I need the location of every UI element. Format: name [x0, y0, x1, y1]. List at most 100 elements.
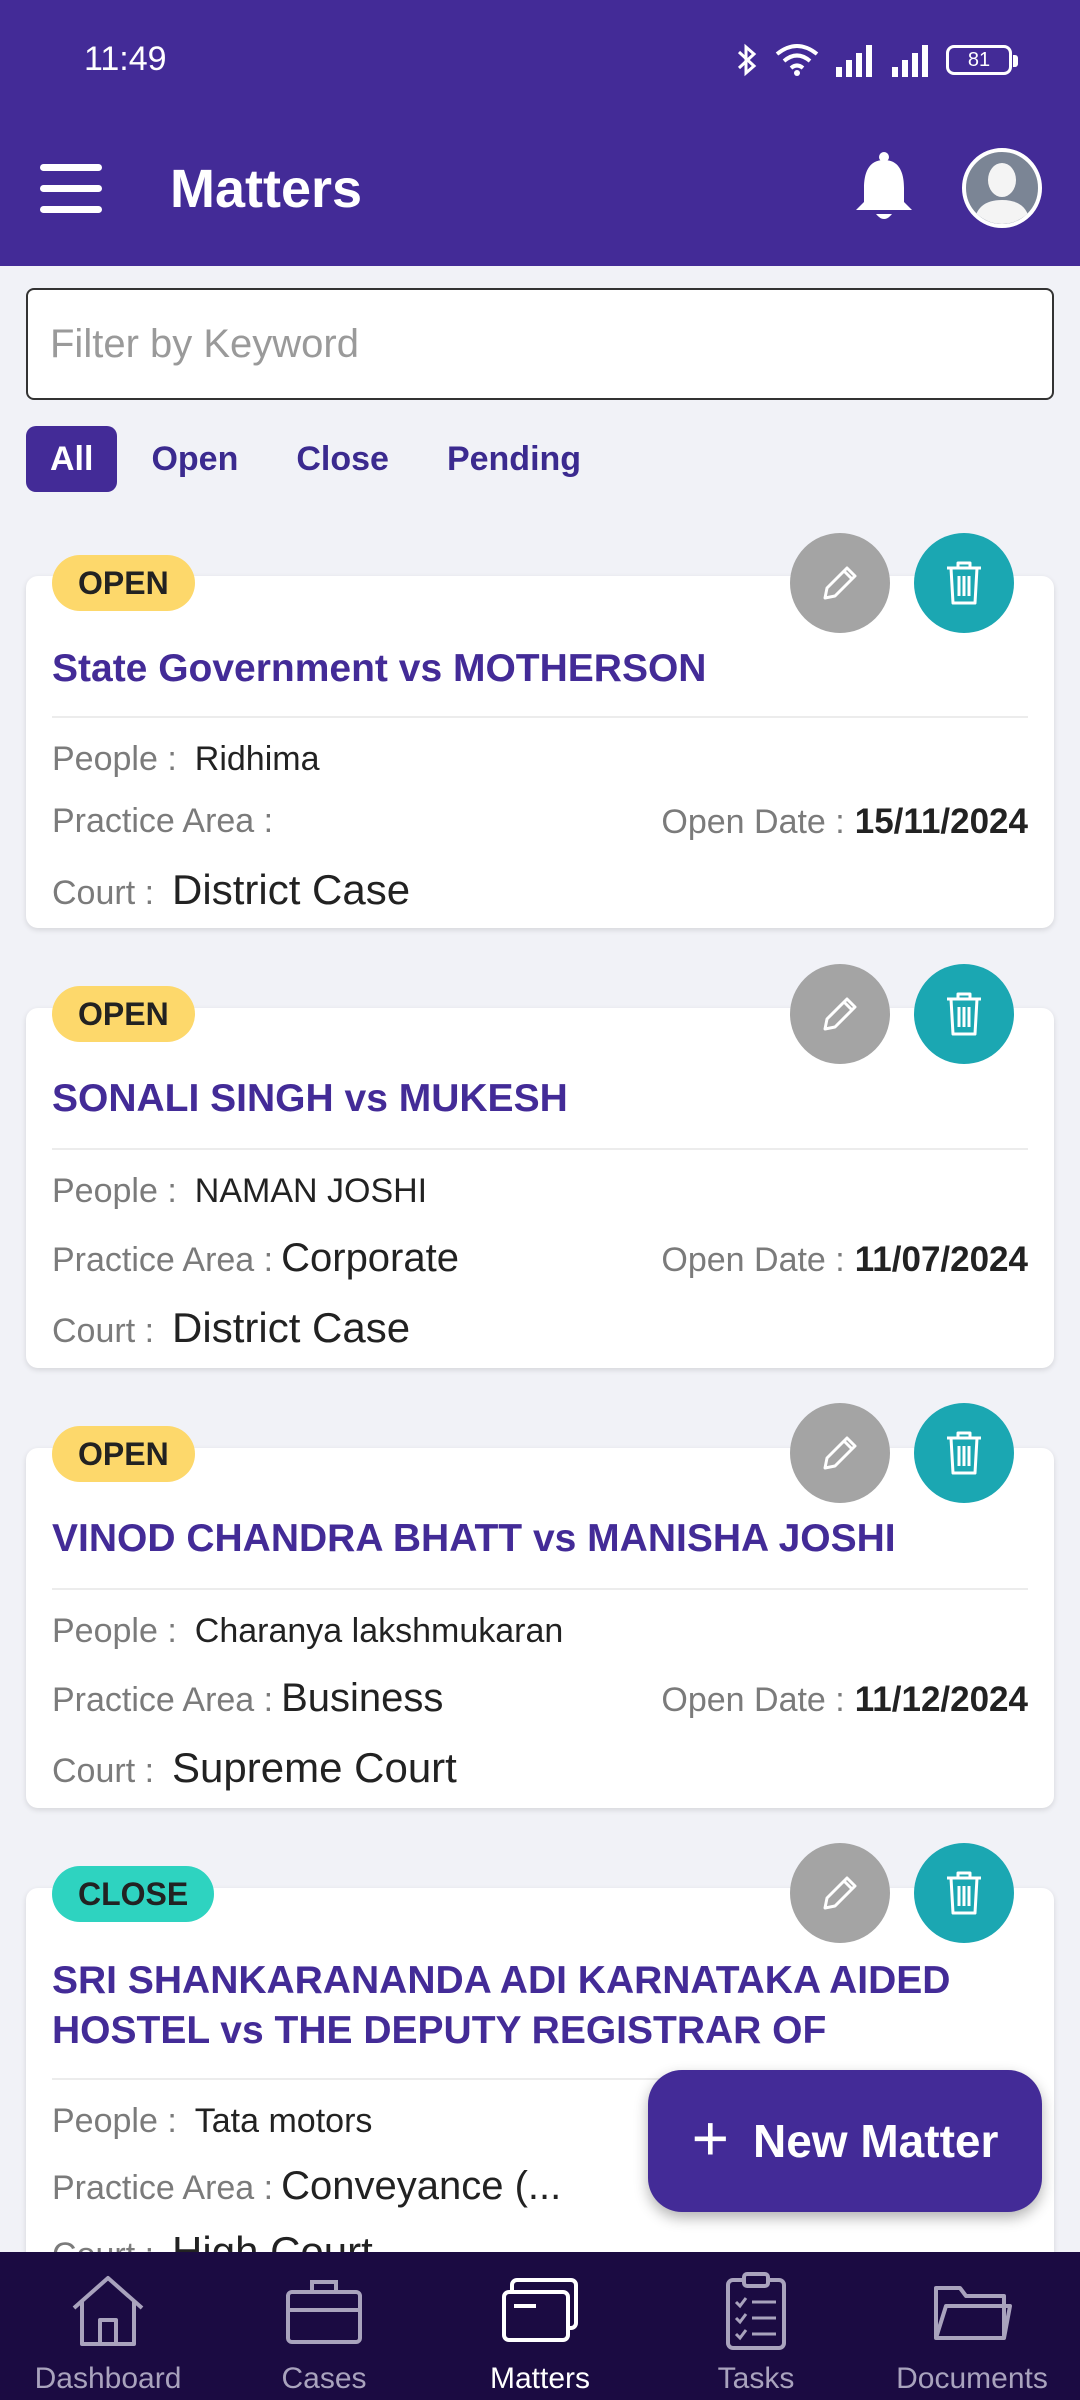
practice-area-row: Practice Area : Conveyance (... — [52, 2164, 561, 2209]
open-date-label: Open Date : — [661, 803, 845, 841]
edit-button[interactable] — [790, 964, 890, 1064]
filter-pending[interactable]: Pending — [423, 426, 605, 492]
trash-icon — [947, 992, 981, 1036]
nav-label: Matters — [489, 2362, 591, 2395]
open-date-label: Open Date : — [661, 1681, 845, 1719]
notification-bell-icon[interactable] — [852, 150, 916, 226]
practice-area-label: Practice Area : — [52, 2169, 274, 2207]
page-title: Matters — [170, 159, 363, 219]
delete-button[interactable] — [914, 1403, 1014, 1503]
trash-icon — [947, 1431, 981, 1475]
status-time: 11:49 — [84, 40, 167, 78]
filter-open[interactable]: Open — [127, 426, 262, 492]
practice-area-row: Practice Area : — [52, 802, 281, 841]
people-row: People : Tata motors — [52, 2102, 372, 2141]
delete-button[interactable] — [914, 964, 1014, 1064]
nav-label: Tasks — [717, 2362, 795, 2395]
people-value: Tata motors — [194, 2102, 373, 2140]
practice-area-row: Practice Area : Business — [52, 1676, 443, 1721]
matter-title[interactable]: SONALI SINGH vs MUKESH — [52, 1074, 1028, 1124]
new-matter-label: New Matter — [752, 2115, 999, 2167]
matter-title[interactable]: State Government vs MOTHERSON — [52, 644, 1028, 694]
practice-area-value: Business — [281, 1676, 444, 1720]
folder-icon — [934, 2286, 1012, 2340]
practice-area-label: Practice Area : — [52, 802, 274, 840]
pencil-icon — [823, 997, 857, 1031]
court-value: Supreme Court — [172, 1744, 457, 1791]
court-label: Court : — [52, 874, 155, 912]
nav-documents[interactable]: Documents — [864, 2252, 1080, 2400]
home-icon — [72, 2276, 144, 2346]
nav-tasks[interactable]: Tasks — [648, 2252, 864, 2400]
open-date-value: 11/12/2024 — [854, 1680, 1028, 1719]
practice-area-row: Practice Area : Corporate — [52, 1236, 459, 1281]
new-matter-button[interactable]: + New Matter — [648, 2070, 1042, 2212]
people-row: People : Ridhima — [52, 740, 319, 779]
nav-dashboard[interactable]: Dashboard — [0, 2252, 216, 2400]
matter-card[interactable]: VINOD CHANDRA BHATT vs MANISHA JOSHI Peo… — [26, 1448, 1054, 1808]
signal-icon — [836, 45, 872, 77]
search-input[interactable] — [26, 288, 1054, 400]
battery-indicator: 81 — [946, 45, 1018, 75]
people-row: People : NAMAN JOSHI — [52, 1172, 427, 1211]
court-row: Court : District Case — [52, 1304, 410, 1352]
people-label: People : — [52, 1172, 177, 1210]
bottom-navigation: Dashboard Cases Matters Tasks Documents — [0, 2252, 1080, 2400]
matter-title[interactable]: VINOD CHANDRA BHATT vs MANISHA JOSHI — [52, 1514, 1028, 1564]
card-icon — [502, 2278, 578, 2342]
edit-button[interactable] — [790, 1403, 890, 1503]
divider — [52, 1148, 1028, 1150]
open-date-value: 15/11/2024 — [854, 802, 1028, 841]
nav-label: Cases — [281, 2362, 367, 2395]
trash-icon — [947, 561, 981, 605]
briefcase-icon — [286, 2280, 362, 2344]
bluetooth-icon — [737, 43, 757, 77]
pencil-icon — [823, 1876, 857, 1910]
open-date-value: 11/07/2024 — [854, 1240, 1028, 1279]
signal-icon-2 — [892, 45, 928, 77]
app-header: 11:49 81 Matters — [0, 0, 1080, 266]
court-label: Court : — [52, 1312, 155, 1350]
open-date-row: Open Date : 11/12/2024 — [661, 1680, 1028, 1720]
people-label: People : — [52, 740, 177, 778]
filter-all[interactable]: All — [26, 426, 118, 492]
avatar[interactable] — [962, 148, 1042, 228]
matter-card[interactable]: SONALI SINGH vs MUKESH People : NAMAN JO… — [26, 1008, 1054, 1368]
court-value: District Case — [172, 1304, 411, 1351]
court-row: Court : District Case — [52, 866, 410, 914]
nav-label: Dashboard — [34, 2362, 182, 2395]
pencil-icon — [823, 566, 857, 600]
people-value: NAMAN JOSHI — [194, 1172, 428, 1210]
nav-label: Documents — [896, 2362, 1048, 2395]
court-row: Court : Supreme Court — [52, 1744, 457, 1792]
status-badge: OPEN — [52, 1426, 195, 1482]
delete-button[interactable] — [914, 1843, 1014, 1943]
practice-area-value: Conveyance (... — [281, 2164, 562, 2208]
filter-close[interactable]: Close — [272, 426, 413, 492]
people-label: People : — [52, 2102, 177, 2140]
practice-area-value: Corporate — [281, 1236, 459, 1280]
divider — [52, 716, 1028, 718]
matter-card[interactable]: State Government vs MOTHERSON People : R… — [26, 576, 1054, 928]
delete-button[interactable] — [914, 533, 1014, 633]
pencil-icon — [823, 1436, 857, 1470]
menu-button[interactable] — [40, 164, 102, 214]
practice-area-label: Practice Area : — [52, 1241, 274, 1279]
status-icons: 81 — [734, 40, 1018, 80]
nav-matters[interactable]: Matters — [432, 2252, 648, 2400]
status-filter-tabs: All Open Close Pending — [26, 426, 605, 492]
edit-button[interactable] — [790, 1843, 890, 1943]
edit-button[interactable] — [790, 533, 890, 633]
status-badge: OPEN — [52, 555, 195, 611]
matter-title[interactable]: SRI SHANKARANANDA ADI KARNATAKA AIDED HO… — [52, 1956, 1028, 2056]
clipboard-icon — [726, 2272, 786, 2350]
wifi-icon — [775, 44, 819, 76]
open-date-row: Open Date : 11/07/2024 — [661, 1240, 1028, 1280]
divider — [52, 1588, 1028, 1590]
nav-cases[interactable]: Cases — [216, 2252, 432, 2400]
status-badge: OPEN — [52, 986, 195, 1042]
people-label: People : — [52, 1612, 177, 1650]
open-date-row: Open Date : 15/11/2024 — [661, 802, 1028, 842]
user-icon — [974, 163, 1030, 224]
people-value: Ridhima — [194, 740, 320, 778]
